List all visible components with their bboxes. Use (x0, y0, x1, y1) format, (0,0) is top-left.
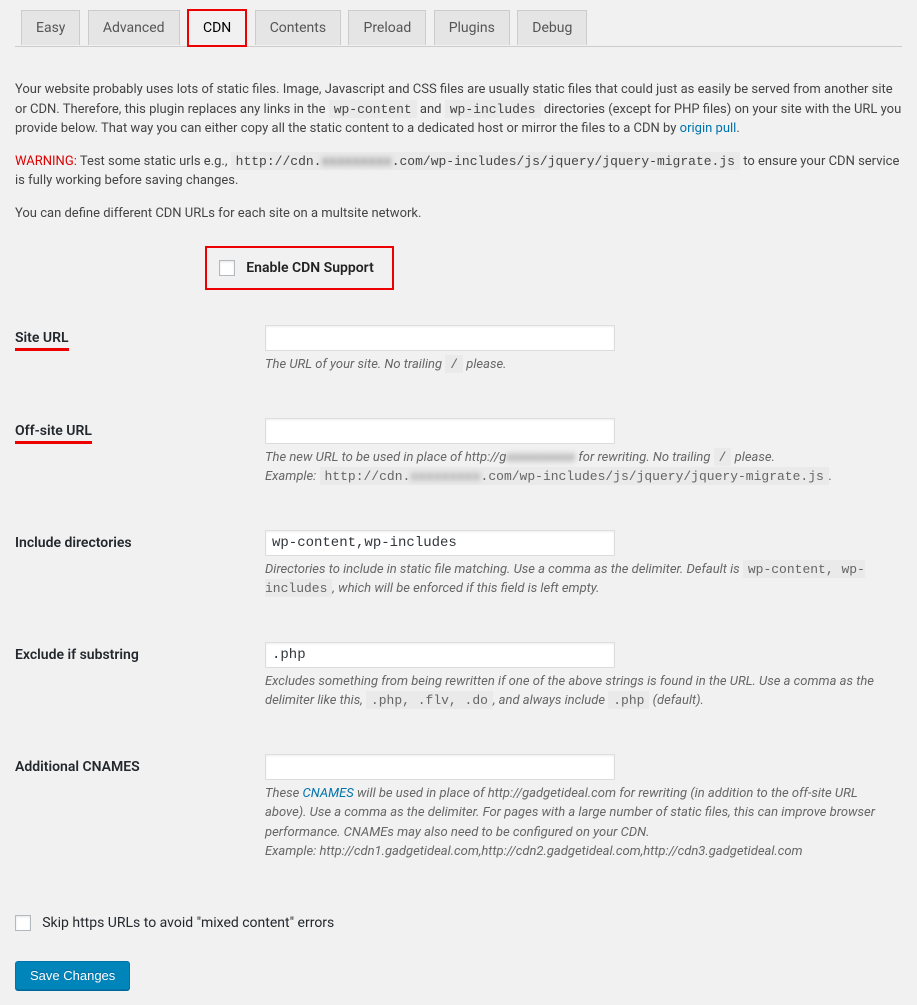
desc-text: Example: http://cdn1.gadgetideal.com,htt… (265, 844, 803, 859)
exclude-substring-desc: Excludes something from being rewritten … (265, 672, 892, 711)
include-dirs-label: Include directories (15, 515, 255, 627)
save-changes-button[interactable]: Save Changes (15, 961, 130, 990)
tab-preload[interactable]: Preload (348, 10, 426, 45)
code-part: .com/wp-includes/js/jquery/jquery-migrat… (481, 469, 824, 484)
offsite-url-label-cell: Off-site URL (15, 403, 255, 515)
enable-cdn-checkbox[interactable] (219, 260, 235, 276)
cnames-link[interactable]: CNAMES (303, 786, 354, 801)
cnames-label: Additional CNAMES (15, 739, 255, 890)
intro-code-wpincludes: wp-includes (445, 100, 541, 118)
skip-https-row: Skip https URLs to avoid "mixed content"… (15, 890, 902, 942)
site-url-label-cell: Site URL (15, 310, 255, 403)
multisite-note: You can define different CDN URLs for ea… (15, 204, 902, 224)
desc-text: will be used in place of http://gadgetid… (265, 786, 875, 840)
include-dirs-input[interactable] (265, 530, 615, 556)
intro-text: and (417, 102, 445, 117)
tab-plugins[interactable]: Plugins (434, 10, 510, 45)
cnames-input[interactable] (265, 754, 615, 780)
tab-advanced[interactable]: Advanced (88, 10, 180, 45)
skip-https-label: Skip https URLs to avoid "mixed content"… (42, 915, 334, 931)
site-url-input[interactable] (265, 325, 615, 351)
intro-text: . (736, 121, 739, 136)
site-url-desc: The URL of your site. No trailing / plea… (265, 355, 892, 375)
intro-paragraph: Your website probably uses lots of stati… (15, 80, 902, 139)
include-dirs-desc: Directories to include in static file ma… (265, 560, 892, 599)
enable-cdn-box: Enable CDN Support (205, 246, 394, 290)
desc-text: Directories to include in static file ma… (265, 562, 743, 577)
enable-cdn-label: Enable CDN Support (246, 260, 374, 276)
offsite-url-desc: The new URL to be used in place of http:… (265, 448, 892, 487)
desc-code: .php (608, 691, 649, 709)
tab-contents[interactable]: Contents (255, 10, 341, 45)
desc-text: , which will be enforced if this field i… (332, 581, 599, 596)
tab-bar: Easy Advanced CDN Contents Preload Plugi… (15, 0, 902, 47)
warning-code: http://cdn.xxxxxxxxx.com/wp-includes/js/… (231, 152, 740, 170)
desc-text: , and always include (493, 693, 608, 708)
intro-code-wpcontent: wp-content (329, 100, 417, 118)
warning-code-part: http://cdn. (236, 154, 322, 169)
desc-text: please. (731, 450, 774, 465)
warning-code-blurred: xxxxxxxxx (321, 154, 391, 169)
warning-code-part: .com/wp-includes/js/jquery/jquery-migrat… (392, 154, 735, 169)
desc-text: These (265, 786, 303, 801)
warning-label: WARNING: (15, 154, 77, 169)
desc-text: Example: (265, 469, 320, 484)
offsite-example-code: http://cdn.xxxxxxxxx.com/wp-includes/js/… (320, 467, 829, 485)
warning-text: Test some static urls e.g., (77, 154, 231, 169)
desc-text: please. (463, 357, 506, 372)
desc-code: / (445, 355, 463, 373)
desc-text: The URL of your site. No trailing (265, 357, 445, 372)
offsite-url-label: Off-site URL (15, 423, 92, 444)
code-part: http://cdn. (325, 469, 411, 484)
warning-paragraph: WARNING: Test some static urls e.g., htt… (15, 152, 902, 191)
desc-text: (default). (649, 693, 703, 708)
desc-code: .php, .flv, .do (366, 691, 493, 709)
exclude-substring-label: Exclude if substring (15, 627, 255, 739)
desc-text: The new URL to be used in place of http:… (265, 450, 506, 465)
desc-text: for rewriting. No trailing (575, 450, 713, 465)
offsite-url-input[interactable] (265, 418, 615, 444)
desc-text: . (829, 469, 832, 484)
origin-pull-link[interactable]: origin pull (680, 121, 737, 136)
exclude-substring-input[interactable] (265, 642, 615, 668)
desc-code: / (714, 448, 732, 466)
skip-https-checkbox[interactable] (15, 915, 31, 931)
tab-debug[interactable]: Debug (517, 10, 587, 45)
desc-blurred: xxxxxxxxxxx (506, 450, 575, 465)
tab-cdn[interactable]: CDN (187, 9, 247, 47)
code-blurred: xxxxxxxxx (410, 469, 480, 484)
tab-easy[interactable]: Easy (21, 10, 80, 45)
site-url-label: Site URL (15, 330, 69, 351)
cnames-desc: These CNAMES will be used in place of ht… (265, 784, 892, 862)
